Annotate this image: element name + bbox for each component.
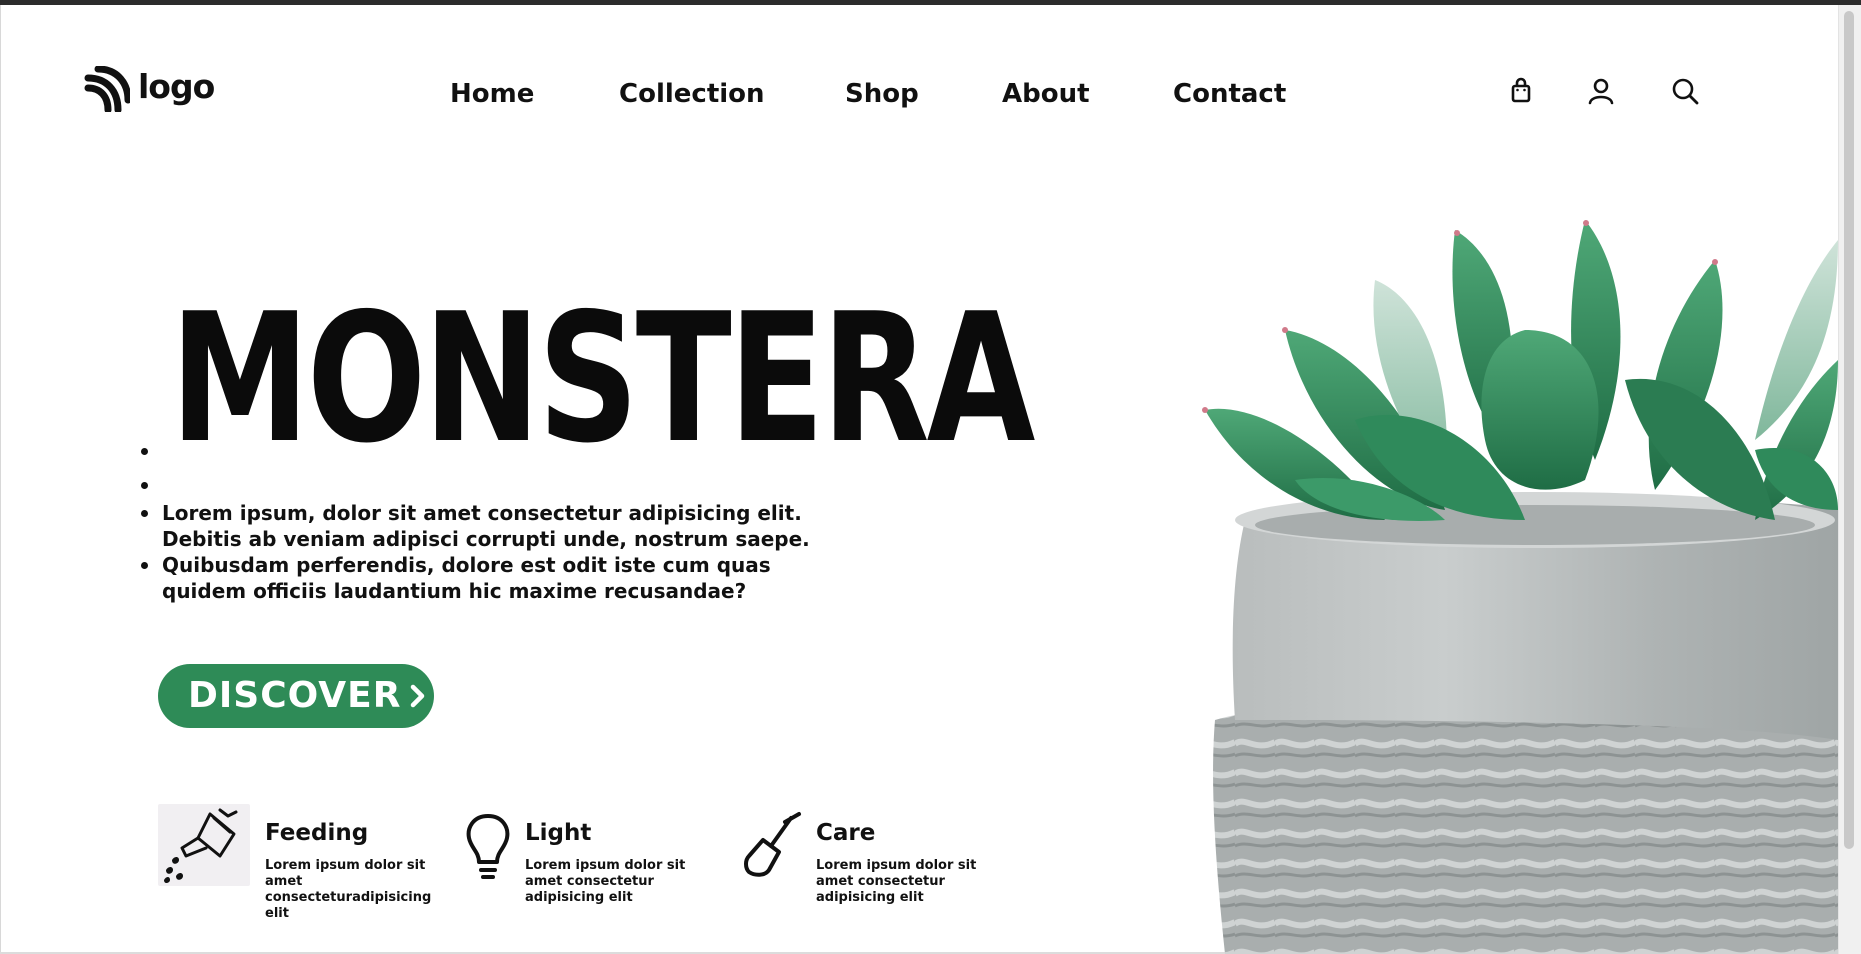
empty-list-bullet — [141, 482, 148, 489]
hero-paragraph: Lorem ipsum, dolor sit amet consectetur … — [141, 500, 842, 552]
lightbulb-icon — [466, 814, 510, 879]
watering-can-icon — [158, 804, 250, 886]
discover-button-label: DISCOVER — [188, 675, 402, 716]
nav-collection[interactable]: Collection — [619, 78, 765, 110]
feature-title: Care — [816, 820, 876, 846]
logo-icon — [84, 66, 130, 112]
nav-home[interactable]: Home — [450, 78, 534, 110]
scrollbar-thumb[interactable] — [1844, 11, 1854, 849]
logo[interactable]: logo — [84, 66, 215, 112]
window-left-border — [0, 5, 1, 954]
vertical-scrollbar[interactable] — [1838, 5, 1861, 954]
nav-about[interactable]: About — [1002, 78, 1090, 110]
window-top-border — [0, 0, 1861, 5]
succulent-pot-image — [1202, 220, 1838, 954]
feature-title: Feeding — [265, 820, 369, 846]
hero-title: MONSTERA — [170, 275, 1035, 482]
discover-button[interactable]: DISCOVER — [158, 664, 434, 728]
nav-contact[interactable]: Contact — [1173, 78, 1286, 110]
hero-description-list: Lorem ipsum, dolor sit amet consectetur … — [141, 500, 842, 604]
feature-description: Lorem ipsum dolor sit amet consectetur a… — [816, 858, 977, 905]
feature-description: Lorem ipsum dolor sit amet consecteturad… — [265, 858, 432, 921]
logo-text: logo — [138, 66, 215, 106]
shopping-bag-icon[interactable] — [1506, 76, 1536, 106]
feature-description: Lorem ipsum dolor sit amet consectetur a… — [525, 858, 686, 905]
shovel-icon — [744, 812, 801, 877]
user-icon[interactable] — [1586, 76, 1616, 106]
hero-paragraph: Quibusdam perferendis, dolore est odit i… — [141, 552, 842, 604]
empty-list-bullet — [141, 448, 148, 455]
search-icon[interactable] — [1670, 76, 1700, 106]
feature-title: Light — [525, 820, 592, 846]
nav-shop[interactable]: Shop — [845, 78, 919, 110]
chevron-right-icon — [411, 684, 425, 708]
